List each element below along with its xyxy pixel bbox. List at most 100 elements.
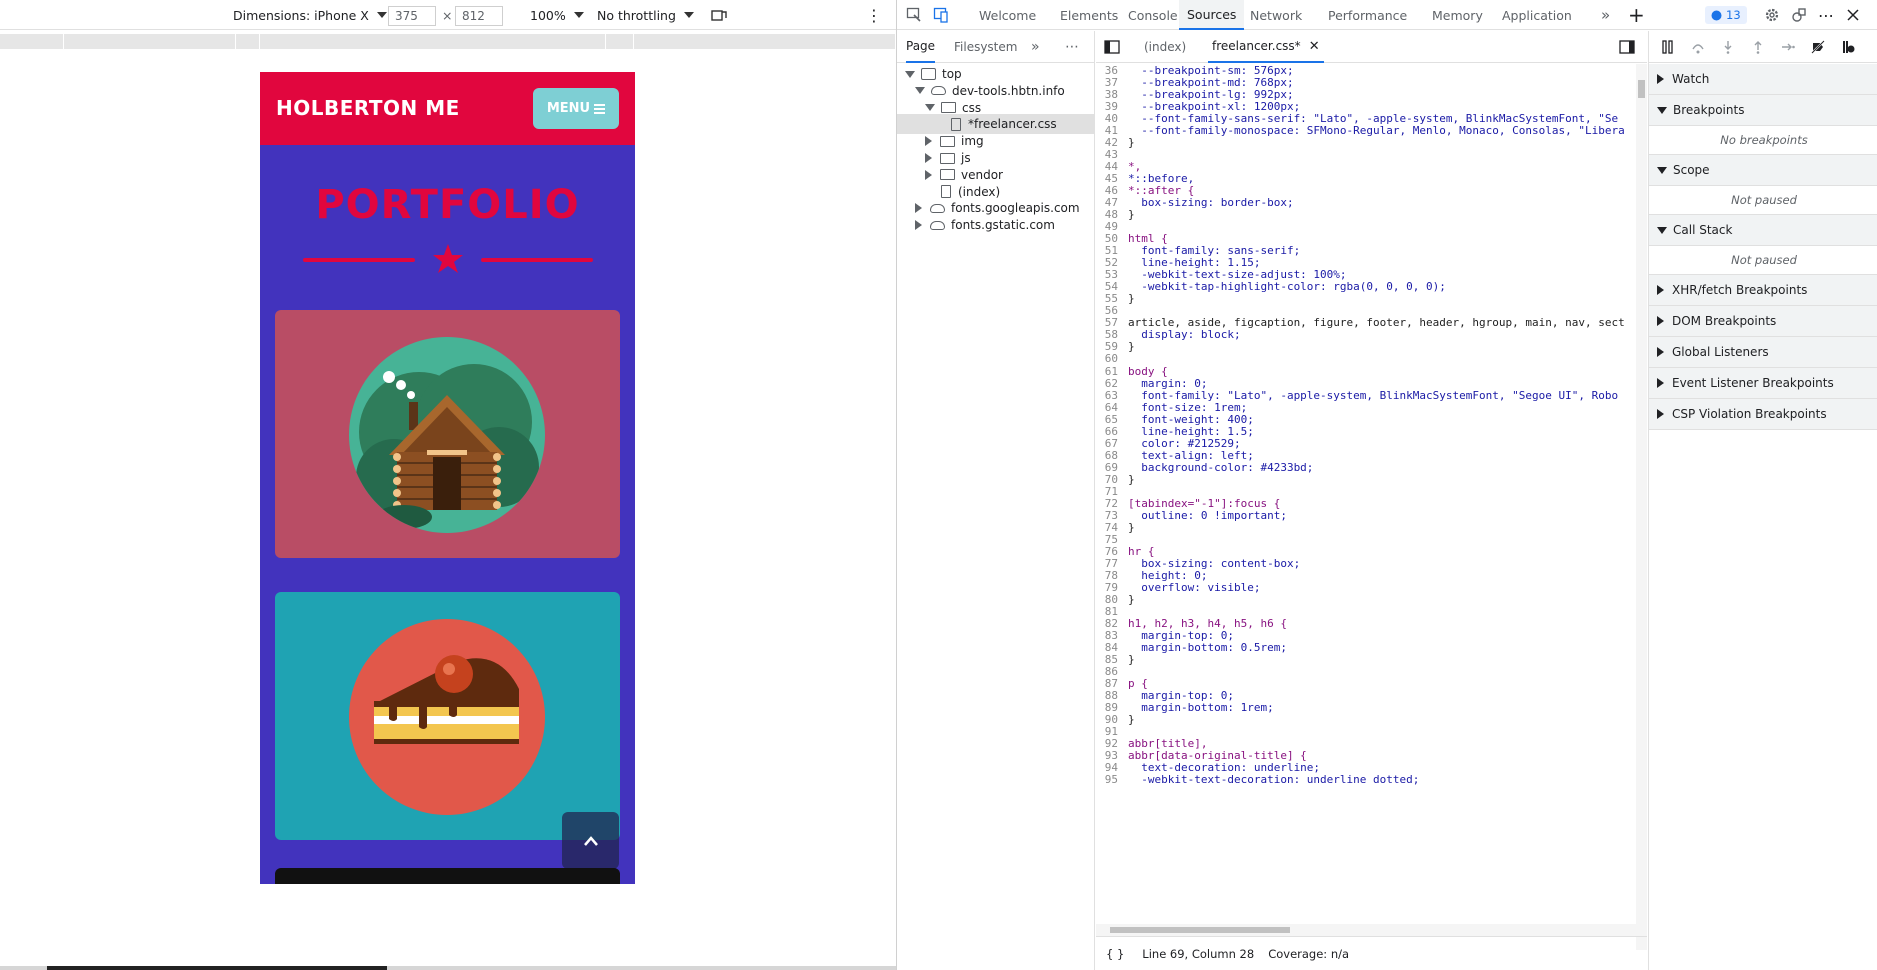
- navigator-menu-icon[interactable]: ⋯: [1065, 31, 1079, 63]
- debugger-section-header[interactable]: Scope: [1649, 155, 1877, 186]
- issues-badge[interactable]: 13: [1705, 6, 1747, 24]
- tab-network[interactable]: Network: [1250, 0, 1302, 30]
- expand-arrow-icon[interactable]: [915, 87, 925, 95]
- empty-state-text: No breakpoints: [1649, 126, 1877, 155]
- chat-bubble-icon: [1711, 10, 1722, 20]
- debugger-section-header[interactable]: CSP Violation Breakpoints: [1649, 399, 1877, 430]
- debugger-section-header[interactable]: XHR/fetch Breakpoints: [1649, 275, 1877, 306]
- step-icon[interactable]: [1781, 40, 1795, 54]
- hamburger-icon: [594, 103, 606, 114]
- debugger-section-header[interactable]: Watch: [1649, 64, 1877, 95]
- tree-item-label: fonts.gstatic.com: [951, 218, 1055, 233]
- site-brand[interactable]: HOLBERTON ME: [276, 96, 460, 120]
- chevron-down-icon: [376, 12, 387, 18]
- code-lines[interactable]: 36 --breakpoint-sm: 576px; 37 --breakpoin…: [1096, 64, 1636, 950]
- chevron-up-icon: [583, 835, 598, 846]
- debugger-section-header[interactable]: Call Stack: [1649, 215, 1877, 246]
- width-input[interactable]: [388, 6, 436, 26]
- star-icon: [433, 244, 463, 273]
- close-icon[interactable]: [1845, 7, 1861, 23]
- collapse-arrow-icon[interactable]: [925, 169, 932, 180]
- editor-tab-freelancer[interactable]: freelancer.css* ✕: [1208, 31, 1324, 63]
- debugger-section-header[interactable]: DOM Breakpoints: [1649, 306, 1877, 337]
- pause-on-exceptions-icon[interactable]: [1841, 40, 1855, 54]
- kebab-menu-icon[interactable]: ⋯: [1818, 0, 1834, 30]
- more-chevron-icon[interactable]: »: [1031, 31, 1040, 63]
- step-into-icon[interactable]: [1721, 40, 1735, 54]
- scrollbar-thumb[interactable]: [47, 966, 387, 970]
- pause-icon[interactable]: [1661, 40, 1675, 54]
- code-line[interactable]: 95 -webkit-text-decoration: underline do…: [1096, 773, 1636, 787]
- expand-arrow-icon[interactable]: [905, 70, 915, 78]
- tab-application[interactable]: Application: [1502, 0, 1572, 30]
- tab-elements[interactable]: Elements: [1060, 0, 1118, 30]
- portfolio-card-partial[interactable]: [275, 868, 620, 884]
- device-emulation-area: Dimensions: iPhone X × 100% No throttlin…: [0, 0, 896, 970]
- folder-icon: [940, 135, 955, 147]
- step-out-icon[interactable]: [1751, 40, 1765, 54]
- portfolio-card-cake[interactable]: [275, 592, 620, 840]
- debugger-sidebar: Watch Breakpoints No breakpoints Scope Not p…: [1648, 31, 1877, 970]
- device-toolbar-icon[interactable]: [933, 7, 949, 23]
- customize-icon[interactable]: [1791, 7, 1807, 23]
- tab-sources[interactable]: Sources: [1179, 0, 1245, 30]
- debugger-section-header[interactable]: Global Listeners: [1649, 337, 1877, 368]
- scrollbar-thumb[interactable]: [1110, 927, 1290, 933]
- inspect-element-icon[interactable]: [906, 7, 922, 23]
- editor-tab-index[interactable]: (index): [1144, 31, 1186, 63]
- cloud-icon: [930, 203, 945, 213]
- devtools-tabbar: Welcome Elements Console Sources Network…: [897, 0, 1877, 30]
- collapse-arrow-icon[interactable]: [915, 203, 922, 214]
- deactivate-breakpoints-icon[interactable]: [1811, 40, 1825, 54]
- expand-arrow-icon: [1657, 226, 1667, 234]
- toggle-debugger-icon[interactable]: [1619, 40, 1635, 54]
- tab-performance[interactable]: Performance: [1328, 0, 1407, 30]
- scroll-to-top-button[interactable]: [562, 812, 619, 869]
- debugger-section-header[interactable]: Breakpoints: [1649, 95, 1877, 126]
- height-input[interactable]: [455, 6, 503, 26]
- horizontal-scrollbar[interactable]: [1096, 924, 1636, 936]
- collapse-arrow-icon[interactable]: [925, 153, 932, 163]
- collapse-arrow-icon[interactable]: [915, 220, 922, 231]
- more-options-button[interactable]: ⋮: [866, 0, 882, 30]
- rotate-button[interactable]: [710, 0, 728, 30]
- tab-memory[interactable]: Memory: [1432, 0, 1483, 30]
- site-navbar: HOLBERTON ME MENU: [260, 72, 635, 145]
- throttling-select[interactable]: No throttling: [597, 0, 694, 30]
- menu-button[interactable]: MENU: [533, 88, 619, 129]
- debugger-section-header[interactable]: Event Listener Breakpoints: [1649, 368, 1877, 399]
- tab-console[interactable]: Console: [1128, 0, 1178, 30]
- editor-tab-label: freelancer.css*: [1212, 39, 1301, 53]
- step-over-icon[interactable]: [1691, 40, 1705, 54]
- toggle-navigator-icon[interactable]: [1104, 40, 1120, 54]
- tree-item-label: dev-tools.hbtn.info: [952, 83, 1065, 98]
- collapse-arrow-icon[interactable]: [925, 136, 932, 147]
- more-tabs-chevron-icon[interactable]: »: [1601, 0, 1610, 30]
- coverage-status: Coverage: n/a: [1268, 946, 1350, 961]
- device-select[interactable]: Dimensions: iPhone X: [233, 0, 387, 30]
- tab-welcome[interactable]: Welcome: [979, 0, 1036, 30]
- editor-status-bar: { } Line 69, Column 28 Coverage: n/a: [1096, 936, 1647, 970]
- section-label: Global Listeners: [1672, 345, 1769, 359]
- tree-item[interactable]: fonts.gstatic.com: [897, 215, 1095, 235]
- line-text: -webkit-text-decoration: underline dotte…: [1128, 773, 1420, 787]
- add-tab-plus-icon[interactable]: +: [1628, 0, 1645, 30]
- vertical-scrollbar[interactable]: [1636, 64, 1647, 950]
- section-label: DOM Breakpoints: [1672, 314, 1777, 328]
- tab-page[interactable]: Page: [906, 31, 936, 63]
- scrollbar-thumb[interactable]: [1638, 80, 1645, 98]
- zoom-select[interactable]: 100%: [530, 0, 584, 30]
- expand-arrow-icon[interactable]: [925, 104, 935, 112]
- gear-icon[interactable]: [1764, 7, 1780, 23]
- zoom-label: 100%: [530, 7, 566, 23]
- empty-state-text: Not paused: [1649, 246, 1877, 275]
- tree-item-label: fonts.googleapis.com: [951, 201, 1080, 216]
- close-tab-icon[interactable]: ✕: [1309, 39, 1320, 54]
- section-label: Call Stack: [1673, 223, 1733, 237]
- folder-icon: [941, 102, 956, 114]
- portfolio-card-cabin[interactable]: [275, 310, 620, 558]
- tab-filesystem[interactable]: Filesystem: [954, 31, 1017, 63]
- pretty-print-button[interactable]: { }: [1106, 947, 1124, 961]
- debugger-toolbar: [1649, 31, 1877, 63]
- folder-icon: [940, 152, 955, 164]
